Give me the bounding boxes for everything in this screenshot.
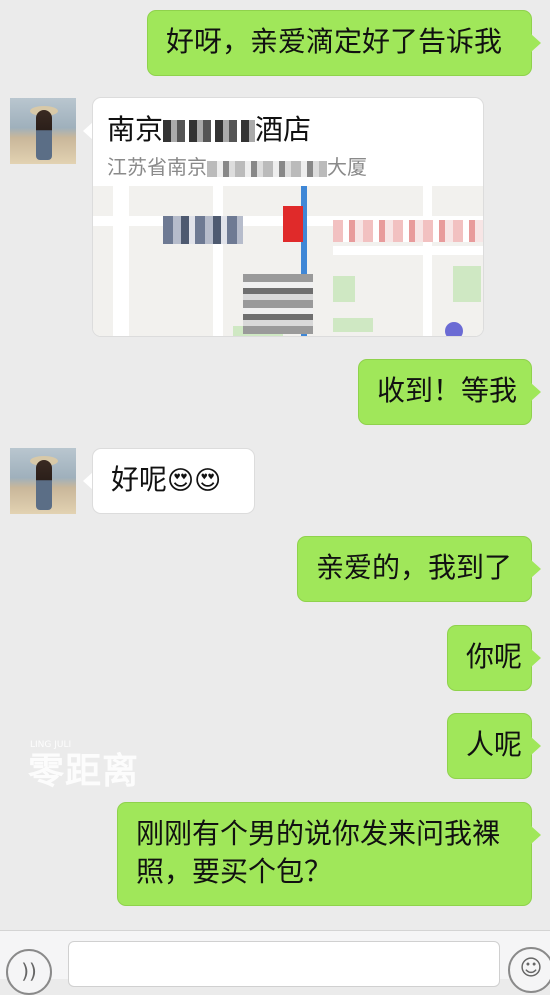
heart-eyes-emoji-icon: 😍😍 bbox=[167, 466, 222, 496]
map-mosaic bbox=[163, 216, 243, 244]
map-mosaic bbox=[243, 274, 313, 334]
redaction-mosaic bbox=[207, 160, 327, 177]
location-title: 南京 酒店 bbox=[107, 112, 311, 148]
bubble-tail bbox=[531, 649, 541, 667]
message-text: 人呢 bbox=[466, 728, 523, 761]
location-address: 江苏省南京 大厦 bbox=[107, 154, 367, 180]
location-address-prefix: 江苏省南京 bbox=[107, 155, 207, 179]
map-park bbox=[333, 276, 355, 302]
map-park bbox=[453, 266, 481, 302]
message-text-line: 刚刚有个男的说你发来问我裸 bbox=[136, 817, 501, 850]
location-card[interactable]: 南京 酒店 江苏省南京 大厦 bbox=[92, 97, 484, 337]
sent-message-bubble[interactable]: 刚刚有个男的说你发来问我裸 照，要买个包？ bbox=[117, 802, 532, 906]
input-bar: )) ☺ bbox=[0, 930, 550, 995]
avatar-figure bbox=[36, 460, 52, 510]
message-text: 好呢 bbox=[111, 463, 168, 496]
map-road bbox=[333, 246, 483, 255]
watermark-subtext: LING JULI bbox=[30, 740, 72, 750]
message-text-line: 照，要买个包？ bbox=[136, 855, 333, 888]
map-preview[interactable] bbox=[93, 186, 483, 336]
bubble-tail bbox=[531, 560, 541, 578]
location-title-suffix: 酒店 bbox=[255, 113, 312, 146]
emoji-icon[interactable]: ☺ bbox=[508, 947, 550, 993]
sent-message-bubble[interactable]: 亲爱的，我到了 bbox=[297, 536, 532, 602]
map-road bbox=[213, 186, 223, 336]
message-text: 你呢 bbox=[466, 640, 523, 673]
message-input[interactable] bbox=[68, 941, 500, 987]
sent-message-bubble[interactable]: 人呢 bbox=[447, 713, 532, 779]
sent-message-bubble[interactable]: 好呀，亲爱滴定好了告诉我 bbox=[147, 10, 532, 76]
message-text: 亲爱的，我到了 bbox=[316, 551, 513, 584]
map-road bbox=[423, 186, 432, 336]
watermark-text: 零距离 bbox=[28, 751, 140, 792]
location-address-suffix: 大厦 bbox=[327, 155, 367, 179]
bubble-tail bbox=[531, 826, 541, 844]
map-mosaic bbox=[333, 220, 483, 242]
map-marker-icon bbox=[445, 322, 463, 336]
bubble-tail bbox=[531, 383, 541, 401]
avatar-figure bbox=[36, 110, 52, 160]
sent-message-bubble[interactable]: 你呢 bbox=[447, 625, 532, 691]
redaction-mosaic bbox=[163, 120, 256, 142]
bubble-tail bbox=[531, 34, 541, 52]
voice-icon[interactable]: )) bbox=[6, 949, 52, 995]
message-text: 好呀，亲爱滴定好了告诉我 bbox=[166, 25, 503, 58]
sent-message-bubble[interactable]: 收到！等我 bbox=[358, 359, 532, 425]
contact-avatar[interactable] bbox=[10, 98, 76, 164]
map-park bbox=[333, 318, 373, 332]
bubble-tail bbox=[531, 737, 541, 755]
map-road bbox=[113, 186, 129, 336]
location-title-prefix: 南京 bbox=[107, 113, 164, 146]
message-text: 收到！等我 bbox=[377, 374, 518, 407]
contact-avatar[interactable] bbox=[10, 448, 76, 514]
map-mosaic bbox=[283, 206, 303, 242]
received-message-bubble[interactable]: 好呢😍😍 bbox=[92, 448, 255, 514]
